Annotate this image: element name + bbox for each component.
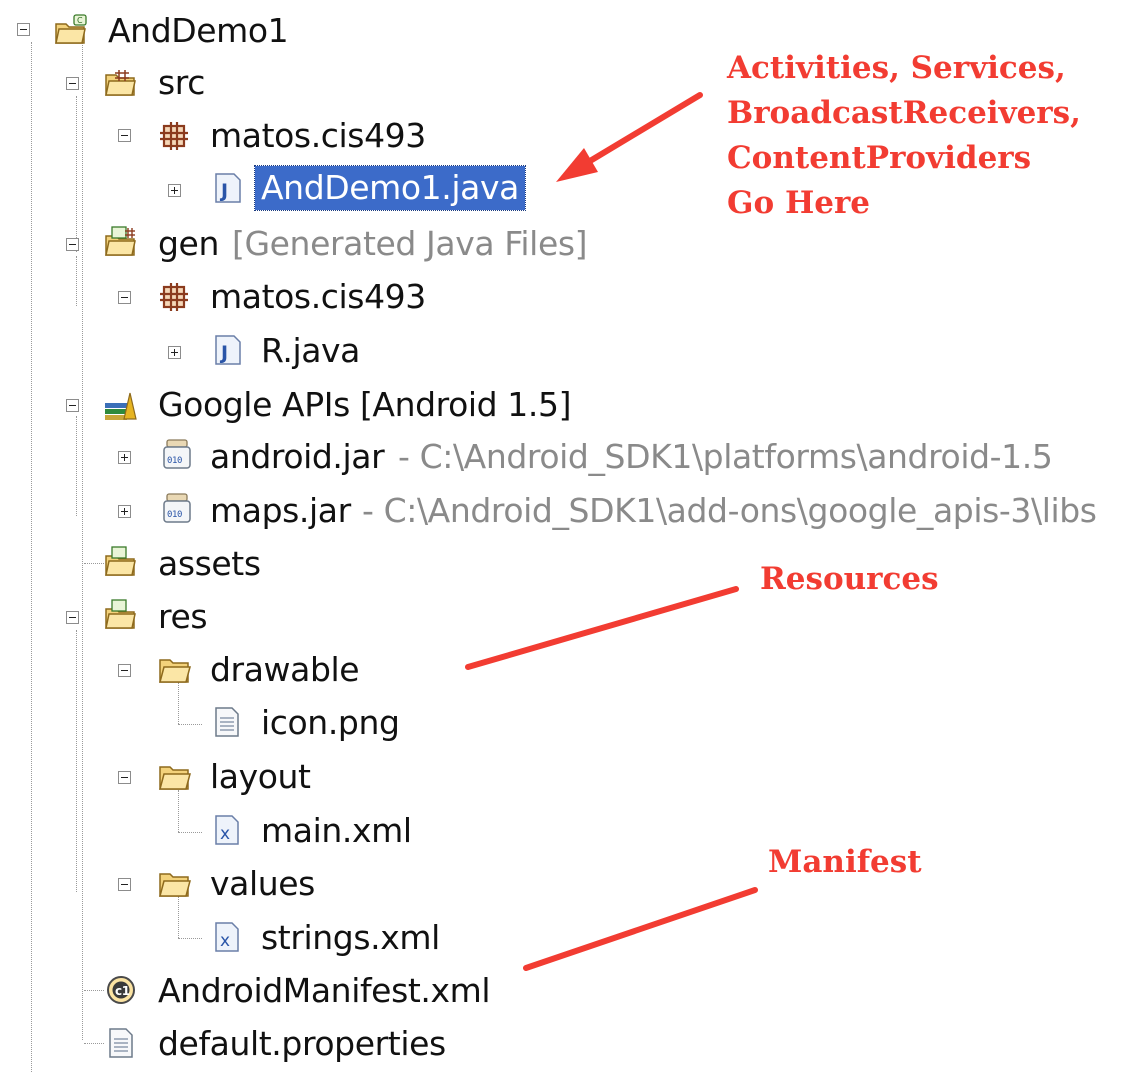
svg-text:C: C bbox=[77, 16, 83, 25]
file-label: strings.xml bbox=[261, 917, 440, 957]
xml-file-icon: x bbox=[210, 921, 244, 953]
tree-item-properties[interactable]: default.properties bbox=[0, 1019, 500, 1067]
svg-text:010: 010 bbox=[167, 510, 182, 520]
selected-file-label: AndDemo1.java bbox=[254, 165, 526, 211]
collapse-toggle[interactable] bbox=[118, 771, 131, 784]
expand-toggle[interactable] bbox=[118, 451, 131, 464]
android-project-icon: C bbox=[54, 14, 88, 46]
xml-file-icon: x bbox=[210, 814, 244, 846]
collapse-toggle[interactable] bbox=[118, 878, 131, 891]
collapse-toggle[interactable] bbox=[66, 611, 79, 624]
collapse-toggle[interactable] bbox=[118, 664, 131, 677]
svg-text:010: 010 bbox=[167, 456, 182, 466]
annotation-line: Go Here bbox=[727, 185, 871, 221]
gen-decoration: [Generated Java Files] bbox=[232, 223, 588, 263]
annotation-line: BroadcastReceivers, bbox=[727, 95, 1081, 131]
collapse-toggle[interactable] bbox=[66, 77, 79, 90]
collapse-toggle[interactable] bbox=[118, 291, 131, 304]
folder-icon bbox=[104, 599, 138, 631]
package-label: matos.cis493 bbox=[210, 115, 426, 155]
text-file-icon bbox=[104, 1027, 138, 1059]
file-label: main.xml bbox=[261, 810, 412, 850]
annotation-activities: Activities, Services, BroadcastReceivers… bbox=[727, 46, 1081, 226]
folder-icon bbox=[104, 546, 138, 578]
collapse-toggle[interactable] bbox=[66, 238, 79, 251]
tree-item-res[interactable]: res bbox=[0, 592, 300, 640]
res-label: res bbox=[158, 596, 208, 636]
gen-label: gen bbox=[158, 223, 219, 263]
library-label: Google APIs [Android 1.5] bbox=[158, 384, 572, 424]
svg-text:x: x bbox=[220, 824, 230, 844]
tree-item-package[interactable]: matos.cis493 bbox=[0, 272, 450, 320]
file-label: R.java bbox=[261, 330, 360, 370]
folder-label: layout bbox=[210, 756, 311, 796]
package-label: matos.cis493 bbox=[210, 276, 426, 316]
svg-text:x: x bbox=[220, 931, 230, 951]
annotation-resources: Resources bbox=[760, 561, 939, 597]
open-folder-icon bbox=[158, 654, 192, 686]
open-folder-icon bbox=[158, 868, 192, 900]
expand-toggle[interactable] bbox=[168, 184, 181, 197]
file-label: icon.png bbox=[261, 702, 400, 742]
collapse-toggle[interactable] bbox=[17, 23, 30, 36]
tree-item-project[interactable]: C AndDemo1 bbox=[0, 6, 400, 54]
tree-item-file[interactable]: x main.xml bbox=[0, 806, 420, 854]
library-icon bbox=[104, 389, 138, 421]
properties-label: default.properties bbox=[158, 1023, 446, 1063]
tree-item-manifest[interactable]: c1 AndroidManifest.xml bbox=[0, 966, 520, 1014]
tree-item-java-file[interactable]: J AndDemo1.java bbox=[0, 164, 560, 212]
source-folder-icon bbox=[104, 67, 138, 99]
collapse-toggle[interactable] bbox=[66, 399, 79, 412]
tree-item-package[interactable]: matos.cis493 bbox=[0, 111, 450, 159]
jar-name: maps.jar bbox=[210, 490, 351, 530]
text-file-icon bbox=[210, 706, 244, 738]
tree-item-src[interactable]: src bbox=[0, 58, 300, 106]
jar-icon: 010 bbox=[160, 492, 194, 524]
android-manifest-icon: c1 bbox=[104, 974, 138, 1006]
annotation-line: Activities, Services, bbox=[727, 50, 1066, 86]
jar-path: - C:\Android_SDK1\platforms\android-1.5 bbox=[398, 436, 1053, 476]
tree-item-jar[interactable]: 010 maps.jar - C:\Android_SDK1\add-ons\g… bbox=[0, 486, 1135, 534]
tree-item-file[interactable]: x strings.xml bbox=[0, 913, 460, 961]
annotation-manifest: Manifest bbox=[768, 844, 922, 880]
tree-item-folder-values[interactable]: values bbox=[0, 859, 400, 907]
src-label: src bbox=[158, 62, 205, 102]
jar-name: android.jar bbox=[210, 436, 385, 476]
svg-text:J: J bbox=[219, 342, 228, 364]
expand-toggle[interactable] bbox=[118, 505, 131, 518]
package-icon bbox=[160, 120, 194, 152]
tree-item-library[interactable]: Google APIs [Android 1.5] bbox=[0, 380, 620, 428]
manifest-label: AndroidManifest.xml bbox=[158, 970, 491, 1010]
tree-item-file[interactable]: icon.png bbox=[0, 698, 420, 746]
tree-item-folder-drawable[interactable]: drawable bbox=[0, 645, 400, 693]
jar-icon: 010 bbox=[160, 438, 194, 470]
java-file-icon: J bbox=[211, 172, 245, 204]
tree-item-gen[interactable]: gen [Generated Java Files] bbox=[0, 219, 600, 267]
java-file-icon: J bbox=[211, 334, 245, 366]
generated-folder-icon bbox=[104, 226, 138, 258]
svg-text:J: J bbox=[219, 180, 228, 202]
project-label: AndDemo1 bbox=[108, 10, 289, 50]
expand-toggle[interactable] bbox=[168, 346, 181, 359]
folder-label: values bbox=[210, 863, 315, 903]
tree-item-java-file[interactable]: J R.java bbox=[0, 326, 400, 374]
tree-item-jar[interactable]: 010 android.jar - C:\Android_SDK1\platfo… bbox=[0, 432, 1100, 480]
tree-item-folder-layout[interactable]: layout bbox=[0, 752, 400, 800]
package-icon bbox=[160, 281, 194, 313]
open-folder-icon bbox=[158, 761, 192, 793]
tree-item-assets[interactable]: assets bbox=[0, 539, 300, 587]
folder-label: drawable bbox=[210, 649, 360, 689]
collapse-toggle[interactable] bbox=[118, 129, 131, 142]
annotation-line: ContentProviders bbox=[727, 140, 1032, 176]
assets-label: assets bbox=[158, 543, 261, 583]
svg-text:c1: c1 bbox=[115, 984, 130, 998]
jar-path: - C:\Android_SDK1\add-ons\google_apis-3\… bbox=[362, 490, 1097, 530]
